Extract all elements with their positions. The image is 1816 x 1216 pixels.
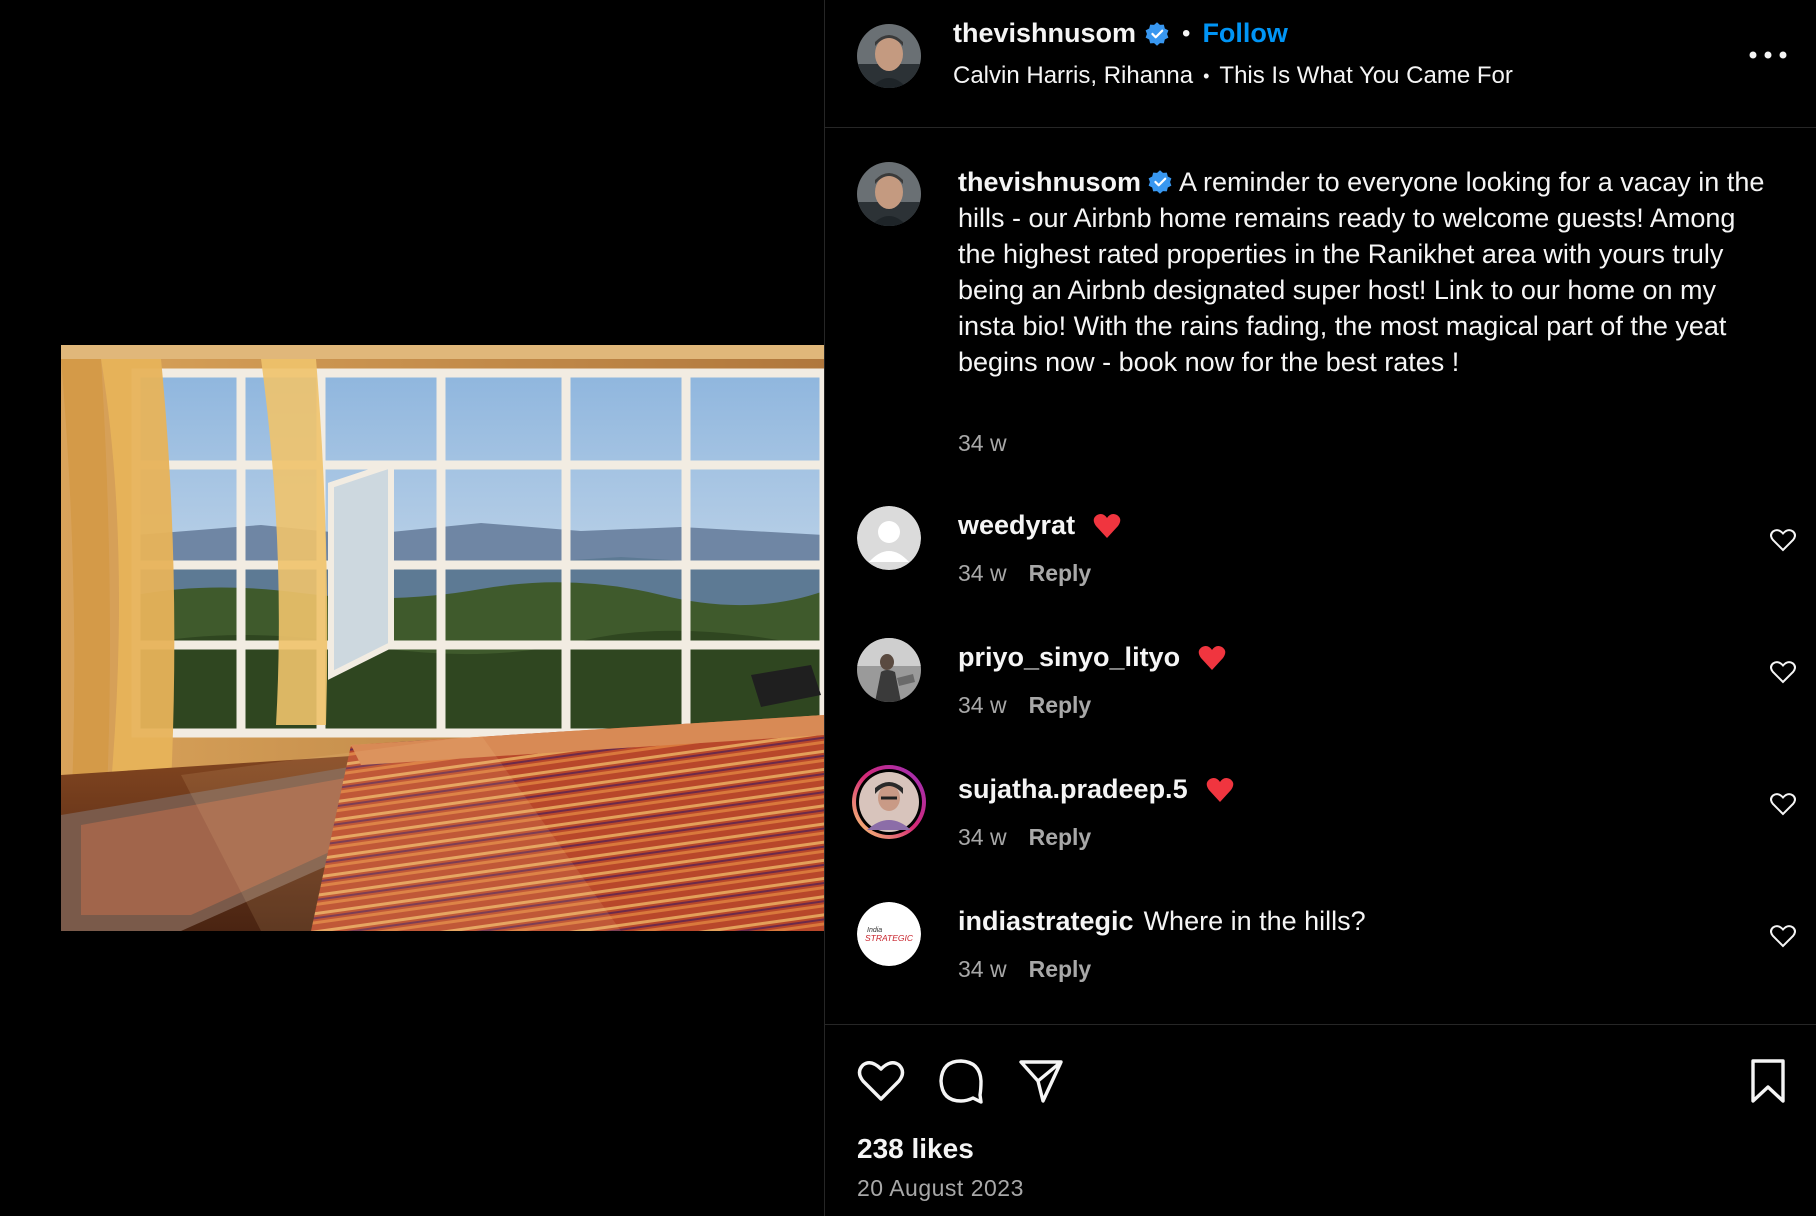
comment-icon[interactable] bbox=[937, 1057, 985, 1105]
post-side-panel: thevishnusom • Follow Calvin Harris, Rih… bbox=[824, 0, 1816, 1216]
post-caption: thevishnusom A reminder to everyone looki… bbox=[958, 164, 1778, 380]
comment-text-row: indiastrategic Where in the hills? bbox=[958, 906, 1366, 937]
post-header: thevishnusom • Follow Calvin Harris, Rih… bbox=[825, 0, 1816, 128]
comment-text-row: weedyrat bbox=[958, 510, 1121, 541]
comment-username[interactable]: indiastrategic bbox=[958, 906, 1134, 937]
comment-like-heart-icon[interactable] bbox=[1770, 528, 1796, 552]
comment-text-row: priyo_sinyo_lityo bbox=[958, 642, 1226, 673]
like-heart-icon[interactable] bbox=[857, 1057, 905, 1105]
comment-timestamp[interactable]: 34 w bbox=[958, 692, 1007, 718]
comment-avatar[interactable] bbox=[857, 638, 921, 702]
comment-item: India STRATEGIC indiastrategic Where in … bbox=[825, 902, 1816, 1022]
header-title-row: thevishnusom • Follow bbox=[953, 18, 1288, 49]
comment-like-heart-icon[interactable] bbox=[1770, 924, 1796, 948]
author-username[interactable]: thevishnusom bbox=[953, 18, 1136, 49]
svg-text:STRATEGIC: STRATEGIC bbox=[865, 933, 914, 943]
comment-timestamp[interactable]: 34 w bbox=[958, 560, 1007, 586]
verified-badge-icon bbox=[1147, 169, 1173, 195]
comment-timestamp[interactable]: 34 w bbox=[958, 956, 1007, 982]
comment-item: priyo_sinyo_lityo 34 w Reply bbox=[825, 638, 1816, 758]
red-heart-emoji bbox=[1093, 513, 1121, 539]
more-options-icon[interactable] bbox=[1748, 50, 1788, 60]
comment-avatar-story-ring[interactable] bbox=[851, 764, 927, 840]
share-icon[interactable] bbox=[1017, 1057, 1065, 1105]
audio-attribution[interactable]: Calvin Harris, Rihanna • This Is What Yo… bbox=[953, 62, 1513, 90]
comment-item: sujatha.pradeep.5 34 w Reply bbox=[825, 765, 1816, 890]
comment-meta: 34 w Reply bbox=[958, 560, 1091, 587]
comment-timestamp[interactable]: 34 w bbox=[958, 824, 1007, 850]
comment-text-row: sujatha.pradeep.5 bbox=[958, 774, 1234, 805]
user-photo-avatar bbox=[857, 638, 921, 702]
bookmark-icon[interactable] bbox=[1744, 1057, 1792, 1105]
comment-meta: 34 w Reply bbox=[958, 824, 1091, 851]
follow-button[interactable]: Follow bbox=[1202, 18, 1287, 49]
red-heart-emoji bbox=[1206, 777, 1234, 803]
caption-timestamp[interactable]: 34 w bbox=[958, 430, 1007, 457]
audio-artists: Calvin Harris, Rihanna bbox=[953, 62, 1194, 89]
author-avatar-image bbox=[857, 24, 921, 88]
separator-dot: • bbox=[1182, 19, 1191, 47]
verified-badge-icon bbox=[1144, 21, 1170, 47]
reply-button[interactable]: Reply bbox=[1029, 956, 1092, 982]
comment-username[interactable]: sujatha.pradeep.5 bbox=[958, 774, 1188, 805]
india-strategic-logo: India STRATEGIC bbox=[857, 902, 921, 966]
reply-button[interactable]: Reply bbox=[1029, 560, 1092, 586]
red-heart-emoji bbox=[1198, 645, 1226, 671]
comment-like-heart-icon[interactable] bbox=[1770, 792, 1796, 816]
post-photo[interactable] bbox=[61, 345, 824, 931]
bedroom-mountain-view-image bbox=[61, 345, 824, 931]
separator-dot: • bbox=[1203, 65, 1210, 86]
comment-body: Where in the hills? bbox=[1143, 906, 1366, 936]
reply-button[interactable]: Reply bbox=[1029, 824, 1092, 850]
media-pane bbox=[0, 0, 824, 1216]
comment-avatar[interactable] bbox=[857, 506, 921, 570]
caption-body: A reminder to everyone looking for a vac… bbox=[958, 167, 1765, 377]
comment-like-heart-icon[interactable] bbox=[1770, 660, 1796, 684]
comment-meta: 34 w Reply bbox=[958, 956, 1091, 983]
default-avatar-icon bbox=[857, 506, 921, 570]
audio-track: This Is What You Came For bbox=[1219, 62, 1513, 89]
comment-username[interactable]: priyo_sinyo_lityo bbox=[958, 642, 1180, 673]
reply-button[interactable]: Reply bbox=[1029, 692, 1092, 718]
comment-username[interactable]: weedyrat bbox=[958, 510, 1075, 541]
caption-author-avatar[interactable] bbox=[857, 162, 921, 226]
author-avatar[interactable] bbox=[857, 24, 921, 88]
caption-author-avatar-image bbox=[857, 162, 921, 226]
likes-count[interactable]: 238 likes bbox=[857, 1133, 974, 1165]
post-actions-bar: 238 likes 20 August 2023 bbox=[825, 1024, 1816, 1216]
comments-area[interactable]: thevishnusom A reminder to everyone looki… bbox=[825, 128, 1816, 1024]
comment-avatar[interactable]: India STRATEGIC bbox=[857, 902, 921, 966]
story-ring-avatar bbox=[852, 765, 926, 839]
caption-username[interactable]: thevishnusom bbox=[958, 167, 1141, 197]
comment-meta: 34 w Reply bbox=[958, 692, 1091, 719]
post-date[interactable]: 20 August 2023 bbox=[857, 1175, 1024, 1202]
comment-item: weedyrat 34 w Reply bbox=[825, 506, 1816, 626]
